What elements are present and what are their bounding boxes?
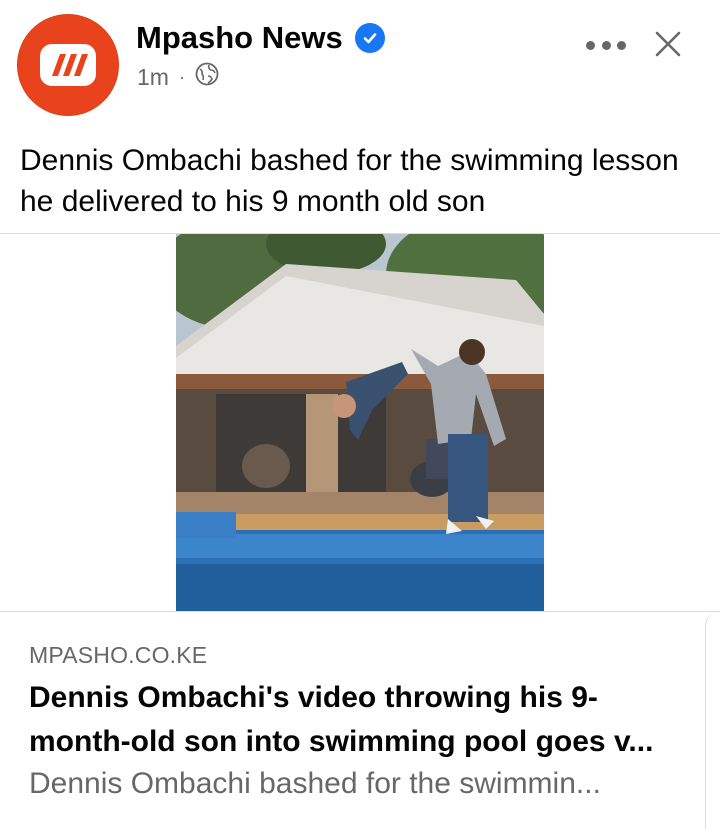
post-photo[interactable] — [176, 234, 544, 611]
globe-icon[interactable] — [195, 62, 219, 92]
page-avatar[interactable] — [17, 14, 119, 116]
link-domain: MPASHO.CO.KE — [29, 642, 208, 668]
post-meta: 1m · — [137, 62, 219, 92]
link-title[interactable]: Dennis Ombachi's video throwing his 9-mo… — [29, 676, 699, 764]
close-icon[interactable] — [653, 29, 683, 59]
page-name-row: Mpasho News — [136, 20, 385, 56]
mpasho-logo-mark — [52, 54, 88, 76]
link-preview-card[interactable]: MPASHO.CO.KE Dennis Ombachi's video thro… — [0, 611, 720, 829]
post-caption: Dennis Ombachi bashed for the swimming l… — [20, 144, 679, 218]
verified-badge-icon — [354, 23, 385, 53]
link-description: Dennis Ombachi bashed for the swimmin... — [29, 767, 601, 800]
next-card-edge[interactable] — [705, 612, 720, 829]
mpasho-logo — [40, 44, 96, 86]
more-options-icon[interactable] — [586, 38, 626, 52]
meta-separator: · — [178, 66, 185, 87]
post-time[interactable]: 1m — [137, 64, 169, 91]
page-name[interactable]: Mpasho News — [136, 20, 343, 56]
post-header: Mpasho News 1m · — [0, 0, 720, 125]
post-media[interactable] — [0, 234, 720, 611]
